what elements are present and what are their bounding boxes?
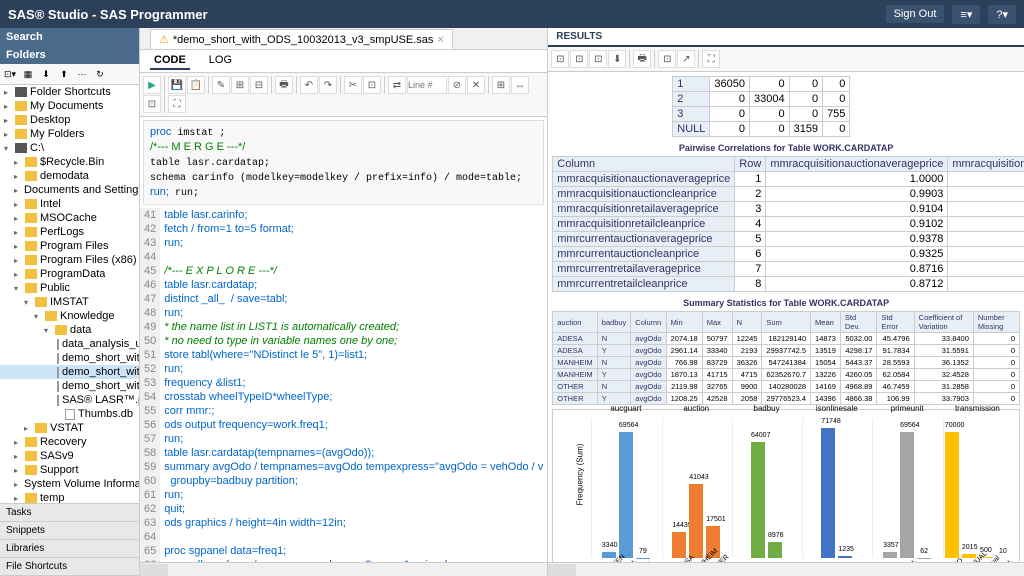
editor-toolbar: ▶ 💾 📋 ✎ ⊞ ⊟ 🖶 ↶ ↷ ✂ ⊡ ⇄ ⊘ ✕ ⊞ ↔ ⊡	[140, 73, 547, 117]
tree-item[interactable]: demo_short_with_	[0, 351, 139, 365]
tree-item[interactable]: ▸Support	[0, 463, 139, 477]
tree-item[interactable]: Thumbs.db	[0, 407, 139, 421]
collapse-icon[interactable]: ⊡▾	[2, 66, 18, 82]
tree-item[interactable]: ▸temp	[0, 491, 139, 503]
tool-icon[interactable]: ⊟	[250, 76, 268, 94]
tree-item[interactable]: ▸SASv9	[0, 449, 139, 463]
tree-item[interactable]: ▾Public	[0, 281, 139, 295]
table-title: Pairwise Correlations for Table WORK.CAR…	[552, 143, 1020, 153]
undo-icon[interactable]: ↶	[300, 76, 318, 94]
refresh-icon[interactable]: ↻	[92, 66, 108, 82]
tree-item[interactable]: ▸Program Files (x86)	[0, 253, 139, 267]
tree-item[interactable]: ▸My Documents	[0, 99, 139, 113]
tree-item[interactable]: SAS® LASR™.pptx	[0, 393, 139, 407]
tree-item[interactable]: ▸Desktop	[0, 113, 139, 127]
folders-toolbar: ⊡▾ ▦ ⬇ ⬆ ⋯ ↻	[0, 64, 139, 85]
sidebar-tab[interactable]: File Shortcuts	[0, 558, 139, 576]
tool-icon[interactable]: ⊡	[363, 76, 381, 94]
tool-icon[interactable]: ⊡	[589, 50, 607, 68]
tree-item[interactable]: ▸$Recycle.Bin	[0, 155, 139, 169]
tree-item[interactable]: ▸Folder Shortcuts	[0, 85, 139, 99]
correlation-table: ColumnRowmmracquisitionauctionaveragepri…	[552, 156, 1024, 292]
tool-icon[interactable]: ⊘	[448, 76, 466, 94]
sidebar-tab[interactable]: Tasks	[0, 504, 139, 522]
tool-icon[interactable]: ↗	[677, 50, 695, 68]
tool-icon[interactable]: ✎	[212, 76, 230, 94]
table-title: Summary Statistics for Table WORK.CARDAT…	[552, 298, 1020, 308]
code-editor[interactable]: 4142434445464748495051525354555657585960…	[140, 208, 547, 562]
print-icon[interactable]: 🖶	[275, 76, 293, 94]
tool-icon[interactable]: ↔	[511, 76, 529, 94]
result-table: 1360500002033004003000755NULL0031590	[672, 76, 850, 137]
saveas-icon[interactable]: 📋	[187, 76, 205, 94]
titlebar: SAS® Studio - SAS Programmer Sign Out ≡▾…	[0, 0, 1024, 28]
save-icon[interactable]: 💾	[168, 76, 186, 94]
sidebar-tab[interactable]: Snippets	[0, 522, 139, 540]
search-header[interactable]: Search	[0, 28, 139, 46]
close-icon[interactable]: ×	[437, 34, 443, 46]
tool-icon[interactable]: ⊞	[231, 76, 249, 94]
tree-item[interactable]: ▸MSOCache	[0, 211, 139, 225]
editor-subtab[interactable]: LOG	[205, 52, 236, 70]
tree-item[interactable]: demo_short_with_	[0, 365, 139, 379]
signout-button[interactable]: Sign Out	[886, 5, 945, 23]
tree-item[interactable]: data_analysis_usin	[0, 337, 139, 351]
results-panel: RESULTS ⊡ ⊡ ⊡ ⬇ 🖶 ⊡ ↗ ⛶ 1360500002033004…	[548, 28, 1024, 576]
tree-item[interactable]: ▸ProgramData	[0, 267, 139, 281]
h-scrollbar[interactable]	[548, 562, 1024, 576]
stats-table: auctionbadbuyColumnMinMaxNSumMeanStd Dev…	[552, 311, 1020, 405]
new-icon[interactable]: ▦	[20, 66, 36, 82]
redo-icon[interactable]: ↷	[319, 76, 337, 94]
app-title: SAS® Studio - SAS Programmer	[8, 7, 208, 22]
tool-icon[interactable]: ⇄	[388, 76, 406, 94]
more-icon[interactable]: ⋯	[74, 66, 90, 82]
run-icon[interactable]: ▶	[143, 76, 161, 94]
results-toolbar: ⊡ ⊡ ⊡ ⬇ 🖶 ⊡ ↗ ⛶	[548, 47, 1024, 72]
tool-icon[interactable]: ✕	[467, 76, 485, 94]
sidebar-tab[interactable]: Libraries	[0, 540, 139, 558]
print-icon[interactable]: 🖶	[633, 50, 651, 68]
tree-item[interactable]: ▸My Folders	[0, 127, 139, 141]
editor-subtab[interactable]: CODE	[150, 52, 190, 70]
tool-icon[interactable]: ⬇	[608, 50, 626, 68]
tree-item[interactable]: ▸System Volume Information	[0, 477, 139, 491]
help-icon[interactable]: ?▾	[988, 5, 1016, 24]
code-preview: proc imstat ; /*--- M E R G E ---*/ tabl…	[143, 120, 544, 205]
tab-filename: *demo_short_with_ODS_10032013_v3_smpUSE.…	[173, 34, 434, 46]
upload-icon[interactable]: ⬆	[56, 66, 72, 82]
tool-icon[interactable]: ⊡	[570, 50, 588, 68]
menu-icon[interactable]: ≡▾	[952, 5, 980, 24]
chart: Frequency (Sum)aucguart33406956479auctio…	[552, 409, 1020, 562]
left-sidebar: Search Folders ⊡▾ ▦ ⬇ ⬆ ⋯ ↻ ▸Folder Shor…	[0, 28, 140, 576]
file-tab[interactable]: ⚠ *demo_short_with_ODS_10032013_v3_smpUS…	[150, 29, 453, 49]
tool-icon[interactable]: ⊡	[658, 50, 676, 68]
tree-item[interactable]: ▾Knowledge	[0, 309, 139, 323]
tree-item[interactable]: ▾IMSTAT	[0, 295, 139, 309]
h-scrollbar[interactable]	[140, 562, 547, 576]
results-header: RESULTS	[548, 28, 1024, 47]
tree-item[interactable]: ▾C:\	[0, 141, 139, 155]
line-input[interactable]	[407, 76, 447, 94]
tree-item[interactable]: demo_short_with_	[0, 379, 139, 393]
tool-icon[interactable]: ⊞	[492, 76, 510, 94]
folders-header[interactable]: Folders	[0, 46, 139, 64]
tree-item[interactable]: ▸Recovery	[0, 435, 139, 449]
tree-item[interactable]: ▾data	[0, 323, 139, 337]
tool-icon[interactable]: ⊡	[143, 95, 161, 113]
download-icon[interactable]: ⬇	[38, 66, 54, 82]
fullscreen-icon[interactable]: ⛶	[702, 50, 720, 68]
folder-tree: ▸Folder Shortcuts▸My Documents▸Desktop▸M…	[0, 85, 139, 503]
tree-item[interactable]: ▸Intel	[0, 197, 139, 211]
warning-icon: ⚠	[159, 33, 169, 46]
tree-item[interactable]: ▸VSTAT	[0, 421, 139, 435]
tool-icon[interactable]: ⊡	[551, 50, 569, 68]
tree-item[interactable]: ▸Documents and Settings	[0, 183, 139, 197]
fullscreen-icon[interactable]: ⛶	[168, 95, 186, 113]
tree-item[interactable]: ▸demodata	[0, 169, 139, 183]
cut-icon[interactable]: ✂	[344, 76, 362, 94]
tree-item[interactable]: ▸PerfLogs	[0, 225, 139, 239]
editor-panel: ⚠ *demo_short_with_ODS_10032013_v3_smpUS…	[140, 28, 548, 576]
tree-item[interactable]: ▸Program Files	[0, 239, 139, 253]
